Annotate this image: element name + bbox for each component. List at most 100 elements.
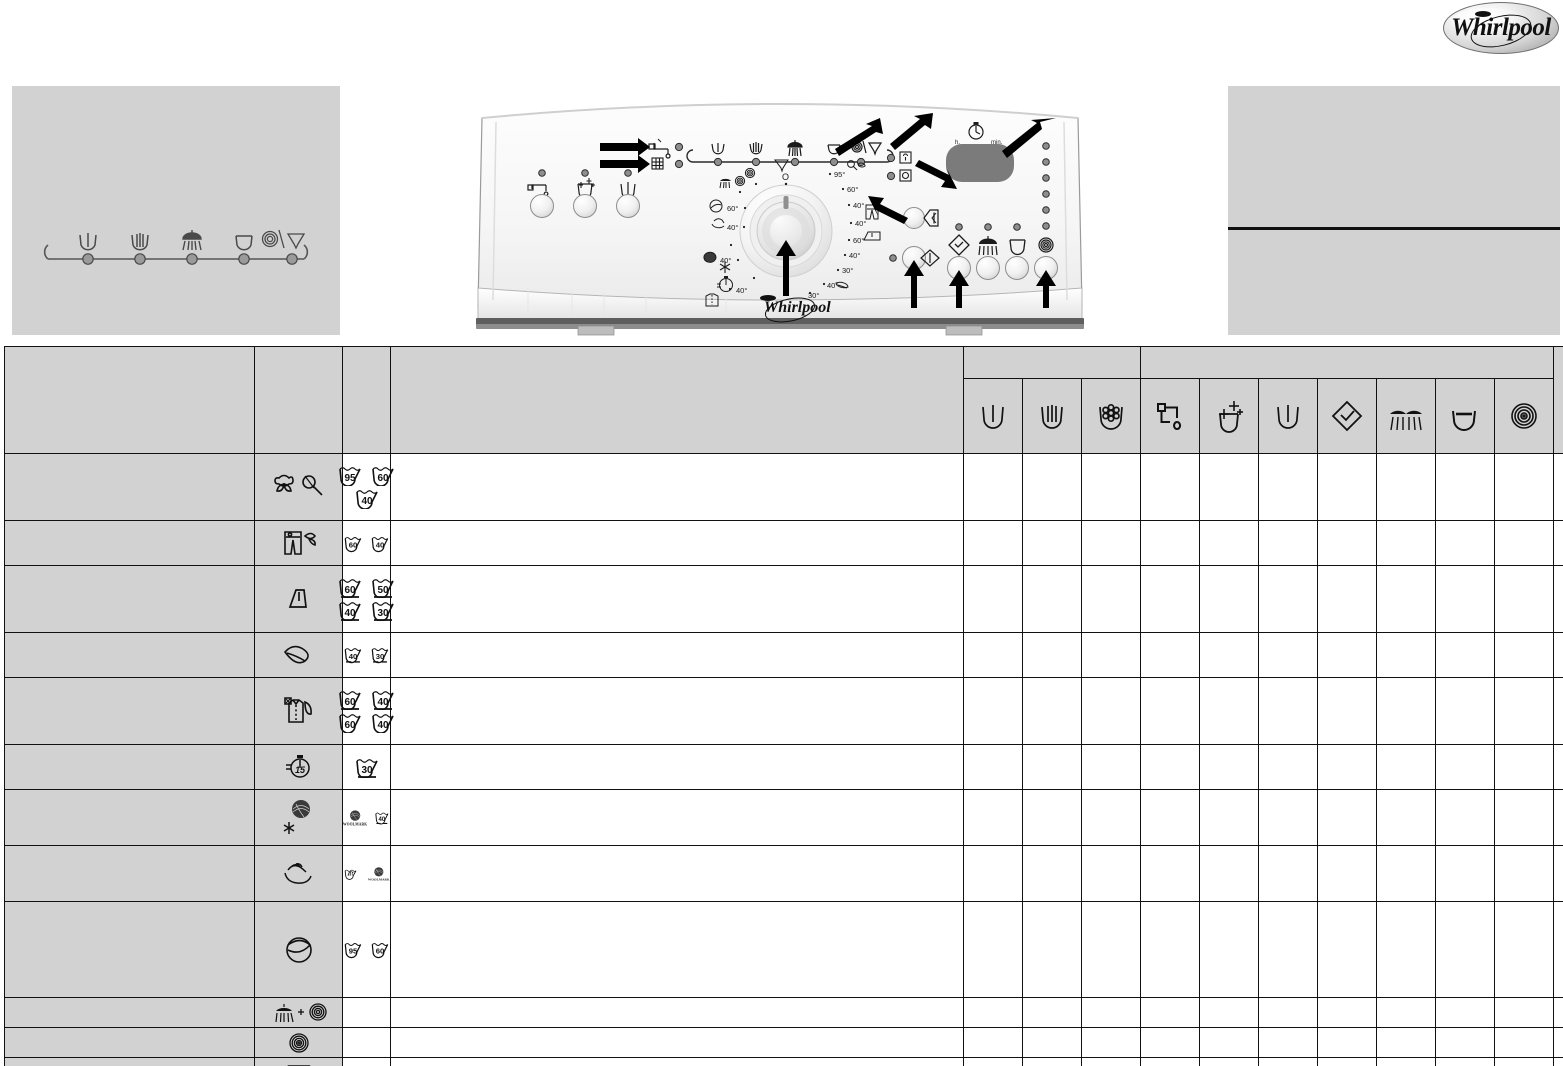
- cell-last: [1553, 901, 1563, 998]
- synthetic-iron-icon: [288, 589, 307, 608]
- wash-tub-40-icon: 40: [372, 691, 394, 710]
- svg-text:60: 60: [349, 540, 358, 549]
- cell-opt: [1258, 789, 1319, 846]
- wash-tub-50-icon: 50: [372, 579, 394, 598]
- cell-fabric: [254, 1027, 343, 1058]
- cell-opt: [1199, 997, 1260, 1028]
- cell-last: [1553, 845, 1563, 902]
- svg-text:30: 30: [361, 765, 373, 776]
- cell-opt: [1317, 677, 1378, 745]
- table-row: WOOLMARK 40: [4, 789, 1563, 846]
- wash-triple-bar-icon: [1041, 405, 1063, 429]
- cell-programme: [4, 632, 255, 678]
- trousers-cotton-icon: [283, 531, 316, 555]
- cell-programme: [4, 1057, 255, 1066]
- cell-opt: [1435, 1027, 1496, 1058]
- svg-text:40: 40: [376, 540, 385, 549]
- cell-opt: [1494, 453, 1555, 521]
- svg-text:40: 40: [379, 817, 386, 823]
- cell-opt: [1080, 565, 1142, 633]
- whirlpool-logo: Whirlpool: [1443, 2, 1559, 54]
- cell-opt: [1080, 845, 1142, 902]
- cell-opt: [963, 453, 1023, 521]
- cell-temperature: [342, 1027, 391, 1058]
- cotton-icon: [273, 474, 294, 492]
- cell-fabric: [254, 901, 343, 998]
- cell-opt: [963, 632, 1023, 678]
- cell-last: [1553, 565, 1563, 633]
- cell-opt: [1258, 677, 1319, 745]
- shirts-icon: [283, 697, 312, 723]
- cell-detail: [390, 1057, 964, 1066]
- header-icon-water-tap: [1140, 378, 1201, 454]
- svg-text:40: 40: [344, 608, 356, 619]
- led-phase-1: [713, 157, 723, 167]
- table-row: 60 40: [4, 520, 1563, 566]
- cell-opt: [1494, 677, 1555, 745]
- cell-opt: [1258, 997, 1319, 1028]
- cell-opt: [1494, 632, 1555, 678]
- cell-detail: [390, 565, 964, 633]
- cell-programme: [4, 789, 255, 846]
- woolmark-icon: WOOLMARK: [368, 866, 390, 881]
- cell-opt: [1376, 1027, 1437, 1058]
- cell-opt: [1258, 1057, 1319, 1066]
- cell-last: [1553, 789, 1563, 846]
- spin-spiral-icon: [288, 1032, 309, 1053]
- cell-opt: [963, 997, 1023, 1028]
- cell-opt: [1022, 845, 1082, 902]
- cell-opt: [1494, 1057, 1555, 1066]
- svg-text:60°: 60°: [727, 204, 738, 213]
- cell-temperature: [342, 1057, 391, 1066]
- easy-ironing-diamond-icon: [1331, 400, 1363, 432]
- cell-opt: [1080, 632, 1142, 678]
- cell-opt: [1022, 677, 1082, 745]
- cell-opt: [1080, 520, 1142, 566]
- cell-detail: [390, 520, 964, 566]
- cell-detail: [390, 1027, 964, 1058]
- cell-fabric: [254, 677, 343, 745]
- cell-opt: [1494, 997, 1555, 1028]
- cell-detail: [390, 845, 964, 902]
- table-row: [4, 1057, 1563, 1066]
- cell-fabric: [254, 997, 343, 1028]
- cell-temperature: 60 40: [342, 520, 391, 566]
- led-service: [886, 171, 896, 181]
- cotton-and-magnifier-icons: [273, 474, 323, 496]
- led-easy-ironing: [955, 223, 963, 231]
- led-phase-4: [829, 157, 839, 167]
- cell-opt: [1494, 845, 1555, 902]
- cell-fabric: 15: [254, 744, 343, 790]
- cell-opt: [1199, 565, 1260, 633]
- cell-fabric: [254, 845, 343, 902]
- cell-opt: [1140, 520, 1201, 566]
- notes-box: [1228, 86, 1560, 335]
- svg-text:WOOLMARK: WOOLMARK: [343, 822, 367, 826]
- extra-rinse-button: [976, 256, 1000, 280]
- wool-star-icon: [283, 799, 310, 834]
- led-tap-option: [538, 169, 546, 177]
- rinse-plus-spin-icon: [274, 1002, 327, 1022]
- svg-text:60: 60: [344, 585, 356, 596]
- led-phase-2: [751, 157, 761, 167]
- cell-opt: [963, 520, 1023, 566]
- svg-text:40: 40: [361, 496, 373, 507]
- cell-opt: [1435, 901, 1496, 998]
- cell-temperature: 95 60: [342, 901, 391, 998]
- cell-opt: [1140, 997, 1201, 1028]
- magnifier-icon: [301, 475, 323, 496]
- cell-opt: [1140, 632, 1201, 678]
- cell-opt: [1080, 1027, 1142, 1058]
- cell-opt: [1376, 453, 1437, 521]
- spin-spiral-icon: [1511, 403, 1537, 429]
- cell-opt: [1140, 901, 1201, 998]
- svg-text:40: 40: [377, 720, 389, 731]
- table-header: [4, 346, 1563, 454]
- cell-opt: [1376, 845, 1437, 902]
- svg-text:WOOLMARK: WOOLMARK: [368, 877, 390, 881]
- cell-opt: [1494, 520, 1555, 566]
- cell-opt: [1494, 565, 1555, 633]
- water-tap-button: [530, 194, 554, 218]
- cell-opt: [1022, 789, 1082, 846]
- cell-temperature: [342, 997, 391, 1028]
